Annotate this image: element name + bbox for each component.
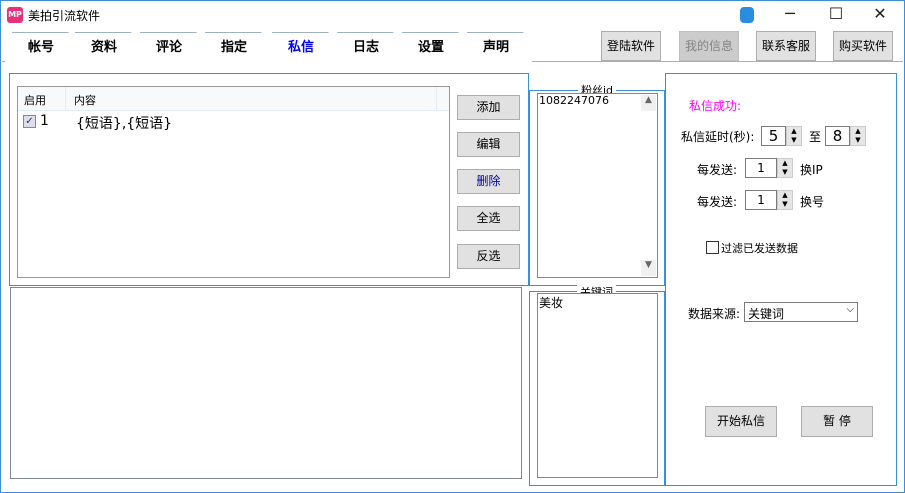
source-select[interactable]: 关键词 ⌵ (744, 302, 858, 322)
tab-comment[interactable]: 评论 (133, 32, 205, 62)
contact-button[interactable]: 联系客服 (756, 31, 816, 61)
every-send-acct-label: 每发送: (697, 195, 738, 209)
add-button[interactable]: 添加 (457, 95, 520, 120)
window-title: 美拍引流软件 (28, 9, 101, 23)
delete-button[interactable]: 删除 (457, 169, 520, 194)
to-label: 至 (809, 130, 822, 144)
fans-id-value: 1082247076 (539, 94, 609, 107)
message-list[interactable]: 启用 内容 ✓ 1 {短语},{短语} (17, 86, 450, 278)
delay-max-stepper[interactable]: ▲ ▼ (850, 126, 866, 146)
change-account-label: 换号 (800, 195, 825, 209)
ip-count-input[interactable]: 1 (745, 158, 777, 178)
every-send-ip-label: 每发送: (697, 163, 738, 177)
tab-profile[interactable]: 资料 (68, 32, 140, 62)
row-checkbox[interactable]: ✓ (23, 115, 36, 128)
minimize-icon[interactable]: ─ (775, 4, 805, 23)
scroll-up-icon[interactable]: ▲ (641, 95, 656, 111)
tab-statement[interactable]: 声明 (460, 32, 532, 62)
delay-min-input[interactable]: 5 (761, 126, 786, 146)
ip-count-stepper[interactable]: ▲ ▼ (777, 158, 793, 178)
tab-message[interactable]: 私信 (265, 32, 337, 62)
filter-checkbox[interactable] (706, 241, 719, 254)
filter-label[interactable]: 过滤已发送数据 (721, 240, 798, 256)
acct-count-stepper[interactable]: ▲ ▼ (777, 190, 793, 210)
status-text: 私信成功: (689, 99, 742, 113)
select-all-button[interactable]: 全选 (457, 206, 520, 231)
keywords-value: 美妆 (539, 296, 564, 310)
header-enabled[interactable]: 启用 (24, 92, 46, 108)
pause-button[interactable]: 暂 停 (801, 406, 873, 437)
tab-log[interactable]: 日志 (330, 32, 402, 62)
edit-button[interactable]: 编辑 (457, 132, 520, 157)
tab-settings[interactable]: 设置 (395, 32, 467, 62)
maximize-icon[interactable]: ☐ (821, 4, 851, 23)
close-icon[interactable]: ✕ (865, 4, 895, 23)
shirt-icon[interactable] (740, 7, 754, 23)
delay-label: 私信延时(秒): (681, 130, 755, 144)
tab-target[interactable]: 指定 (198, 32, 270, 62)
header-content[interactable]: 内容 (74, 92, 96, 108)
source-label: 数据来源: (688, 307, 741, 321)
invert-selection-button[interactable]: 反选 (457, 244, 520, 269)
acct-count-input[interactable]: 1 (745, 190, 777, 210)
buy-button[interactable]: 购买软件 (833, 31, 893, 61)
fans-id-textarea[interactable]: 1082247076 ▲ ▼ (537, 93, 658, 278)
row-index: 1 (40, 113, 49, 129)
login-button[interactable]: 登陆软件 (601, 31, 661, 61)
keywords-textarea[interactable]: 美妆 (537, 293, 658, 478)
log-textarea[interactable] (10, 287, 522, 479)
list-header: 启用 内容 (18, 87, 449, 111)
table-row[interactable]: ✓ 1 {短语},{短语} (18, 111, 449, 133)
row-content: {短语},{短语} (76, 116, 173, 132)
scroll-down-icon[interactable]: ▼ (641, 260, 656, 276)
start-message-button[interactable]: 开始私信 (705, 406, 777, 437)
app-logo: MP (7, 7, 23, 23)
source-value: 关键词 (748, 307, 785, 321)
chevron-down-icon: ⌵ (846, 304, 854, 315)
delay-min-stepper[interactable]: ▲ ▼ (786, 126, 802, 146)
tab-account[interactable]: 帐号 (5, 32, 77, 62)
my-info-button[interactable]: 我的信息 (679, 31, 739, 61)
delay-max-input[interactable]: 8 (825, 126, 850, 146)
change-ip-label: 换IP (800, 163, 823, 177)
